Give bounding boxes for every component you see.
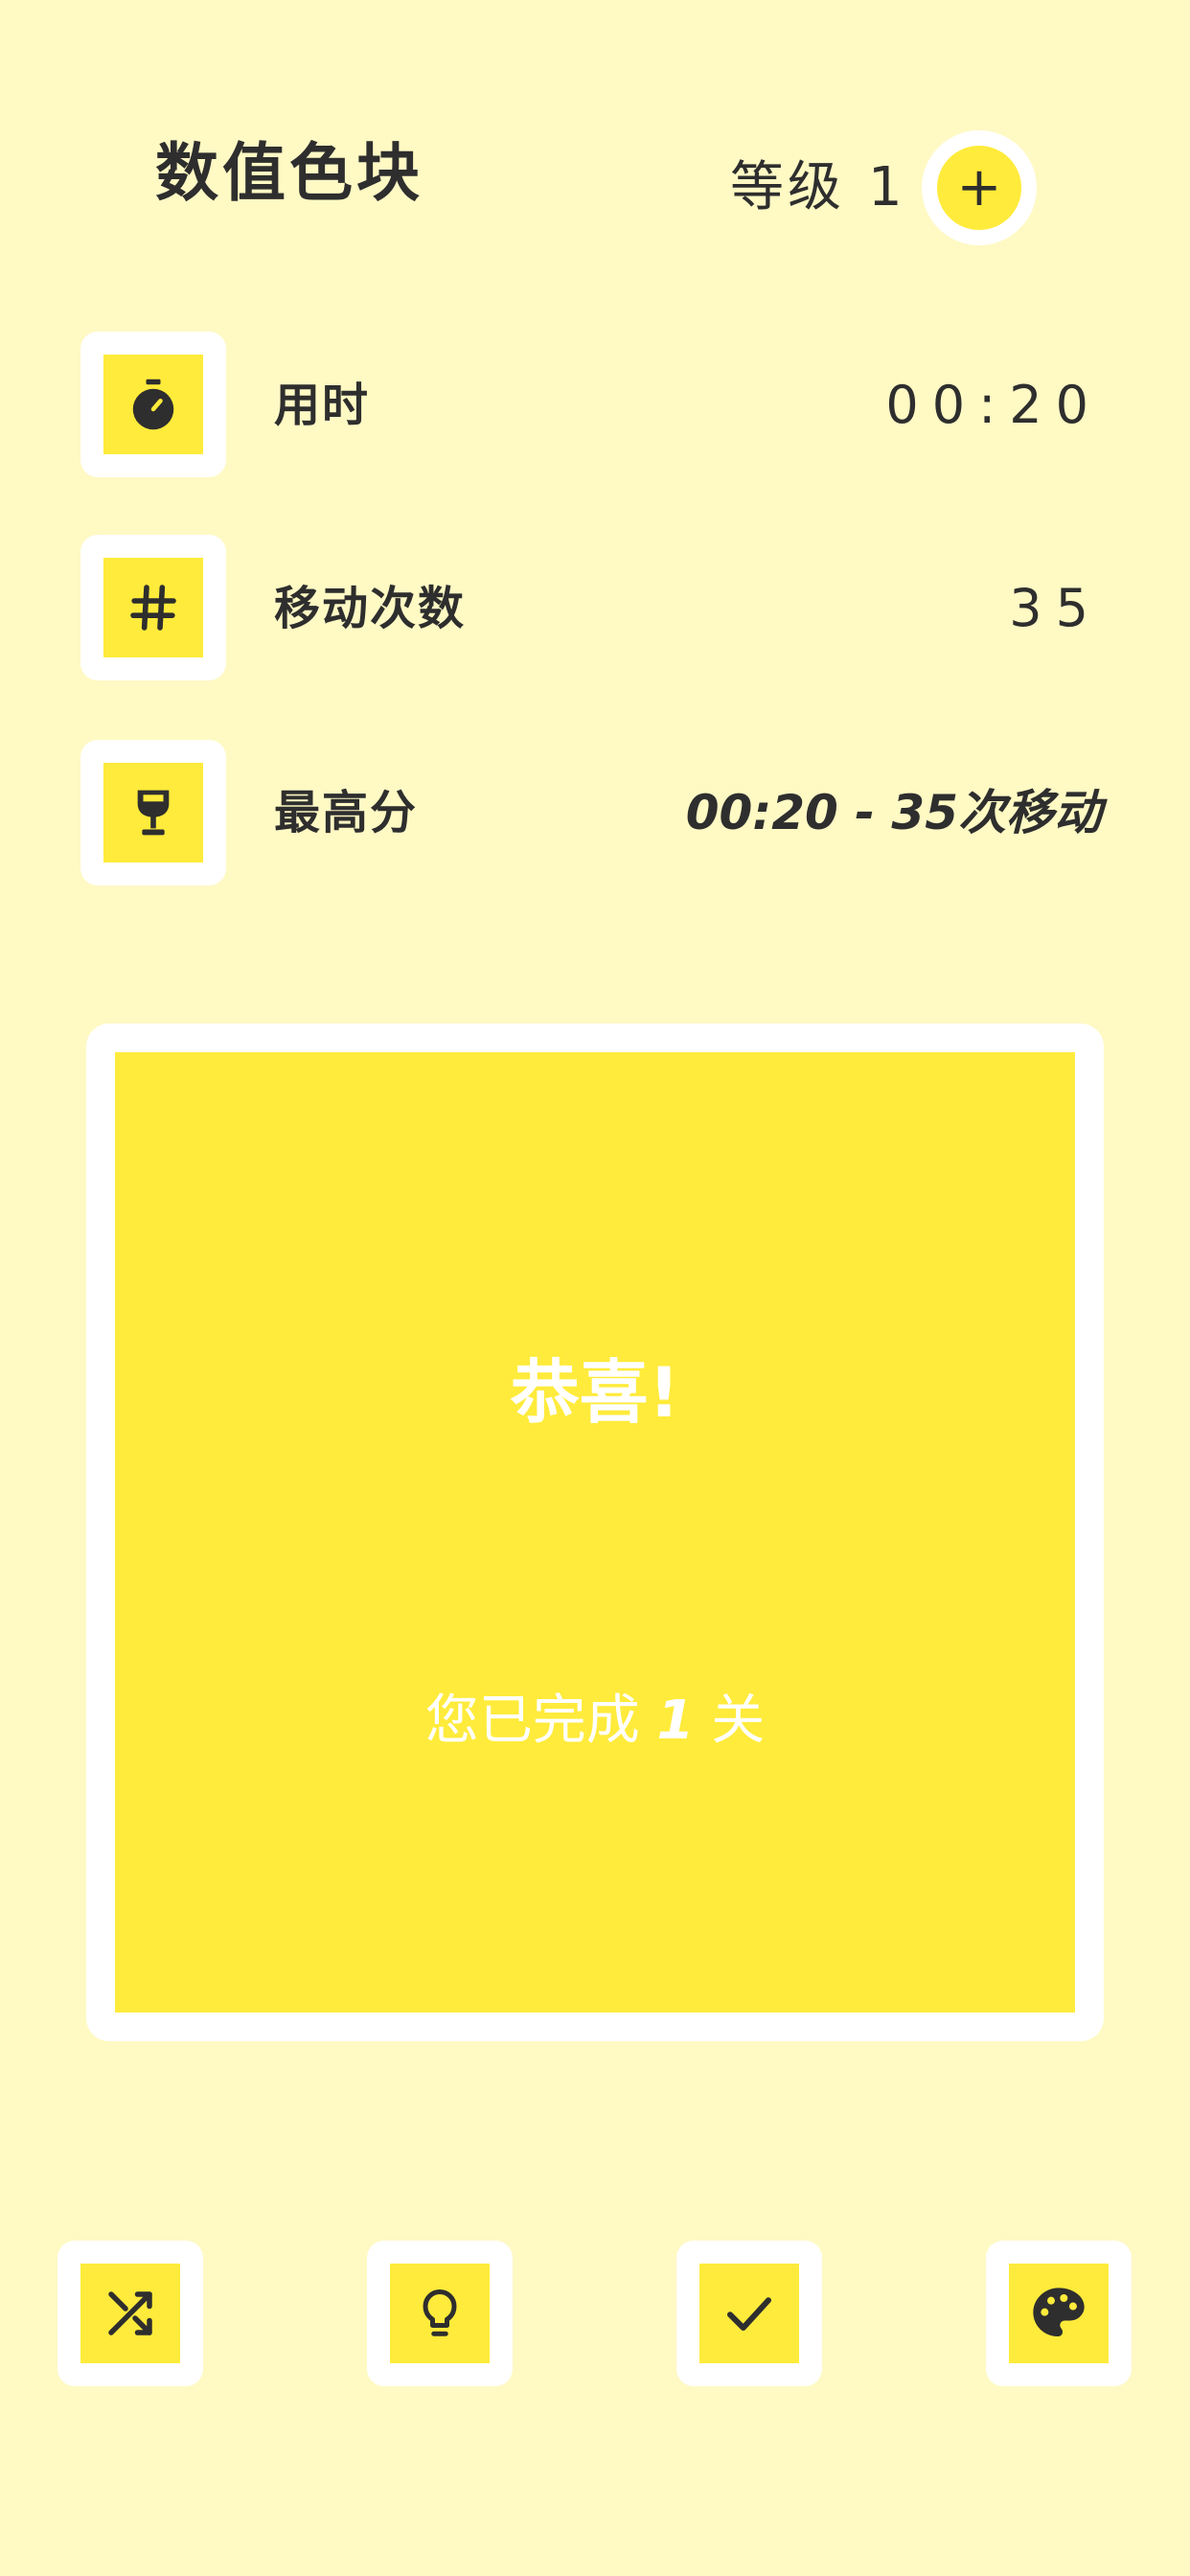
check-button[interactable] — [676, 2241, 822, 2386]
time-icon-box — [80, 332, 226, 477]
best-label: 最高分 — [274, 786, 419, 840]
add-level-button[interactable]: + — [922, 130, 1037, 245]
completed-number: 1 — [656, 1690, 695, 1752]
hash-icon — [103, 558, 203, 657]
trophy-icon — [103, 763, 203, 862]
congrats-text: 恭喜! — [510, 1352, 680, 1433]
level-value: 1 — [868, 156, 903, 218]
completed-text: 您已完成 1 关 — [115, 1685, 1075, 1758]
completed-suffix: 关 — [711, 1690, 766, 1752]
hint-button[interactable] — [367, 2241, 513, 2386]
best-icon-box — [80, 740, 226, 886]
shuffle-button[interactable] — [57, 2241, 203, 2386]
check-icon — [727, 2297, 771, 2331]
plus-icon: + — [937, 146, 1021, 230]
moves-icon-box — [80, 535, 226, 680]
time-label: 用时 — [274, 379, 371, 432]
best-value: 00:20 - 35次移动 — [685, 785, 1102, 840]
palette-icon — [1033, 2288, 1085, 2336]
lightbulb-icon — [423, 2289, 457, 2336]
stopwatch-icon — [103, 355, 203, 454]
app-title: 数值色块 — [155, 136, 423, 210]
board-completed-panel: 恭喜! 您已完成 1 关 — [115, 1052, 1075, 2012]
palette-button[interactable] — [986, 2241, 1132, 2386]
time-value: 00:20 — [885, 375, 1102, 435]
moves-value: 35 — [1009, 578, 1102, 638]
level-label: 等级 — [730, 156, 845, 218]
moves-label: 移动次数 — [274, 582, 467, 635]
shuffle-icon — [108, 2291, 152, 2335]
completed-prefix: 您已完成 — [424, 1690, 640, 1752]
game-board: 恭喜! 您已完成 1 关 — [86, 1024, 1104, 2041]
